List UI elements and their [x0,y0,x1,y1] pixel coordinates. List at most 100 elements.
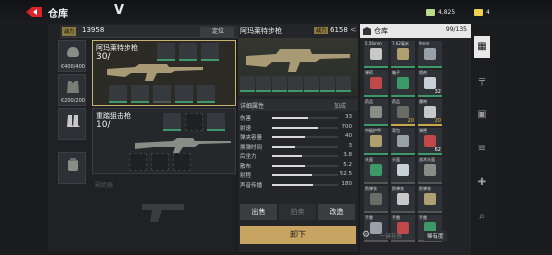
item-icon [397,164,409,176]
sniper-stock-attachment[interactable] [173,153,191,171]
inventory-item[interactable]: 头盔 [391,157,415,184]
item-name: 药品 [365,99,373,104]
backpack-slot[interactable] [58,152,86,184]
stat-bar-fill [272,117,309,119]
item-icon [424,164,436,176]
stats-bonus-tab[interactable]: 加成 [334,101,346,110]
unequip-button[interactable]: 卸下 [240,226,356,244]
cash-value: 4,825 [438,9,456,16]
item-name: 弹药 [365,70,373,75]
primary-weapon-card[interactable]: 阿玛莱特步枪 30/ [92,40,236,106]
inventory-item[interactable]: 防弹衣 [391,186,415,213]
modify-button[interactable]: 改造 [318,204,355,220]
detail-attachment-2[interactable] [256,76,271,92]
sort-dropdown[interactable]: 稀有度 [424,231,447,241]
power-value: 13958 [82,26,105,34]
stat-bar-fill [272,183,313,186]
item-name: 头盔 [392,157,400,162]
power-label: 战力 [62,27,77,36]
stat-row: 弹夹容量 40 [238,132,358,141]
locate-label: 定位 [212,28,225,35]
item-icon [424,106,436,118]
item-icon [424,135,436,147]
top-bar [0,0,552,24]
detail-weapon-name: 阿玛莱特步枪 [240,27,282,35]
boots-slot[interactable] [58,108,86,140]
inventory-item[interactable]: 药品 20 [391,99,415,126]
inventory-item[interactable]: 头盔 [364,157,388,184]
detail-attachment-6[interactable] [320,76,335,92]
item-icon [370,106,382,118]
inventory-item[interactable]: 箱子 [391,70,415,97]
stat-value: 52.5 [339,171,352,177]
detail-header: 阿玛莱特步枪 战力 6158 < [238,24,358,38]
tab-armor-icon[interactable]: ▣ [474,104,490,126]
inventory-item[interactable]: 弹匣 62 [418,128,442,155]
stat-bar [272,145,338,148]
armor-durability: €200/200 [61,98,85,104]
item-icon [397,48,409,60]
sniper-grip-attachment[interactable] [151,153,169,171]
detail-attachment-7[interactable] [336,76,351,92]
backpack-icon [68,158,78,171]
detail-attachment-1[interactable] [240,76,255,92]
magazine-attachment[interactable] [201,43,219,61]
tab-search-icon[interactable]: ⌕ [474,206,490,228]
detail-rifle-icon [246,49,350,72]
store-all-button[interactable]: 一键存放 [380,232,402,240]
item-name: 5.56mm [365,41,382,46]
secondary-weapon-card[interactable]: 重踏狙击枪 10/ [92,108,236,174]
stat-bar-fill [272,136,305,138]
inventory-item[interactable]: 9mm [418,41,442,68]
stat-row: 伤害 33 [238,113,358,122]
inventory-item[interactable]: 背包 [391,128,415,155]
back-icon[interactable] [24,6,44,18]
sniper-scope-attachment[interactable] [163,113,181,131]
stat-name: 散布 [240,163,252,170]
armor-slot[interactable]: €200/200 [58,74,86,106]
settings-icon[interactable]: ⚙ [362,230,374,242]
inventory-item[interactable]: 弹药 [364,70,388,97]
item-name: 药品 [392,99,400,104]
helmet-slot[interactable]: €400/400 [58,40,86,72]
barrel-attachment[interactable] [179,43,197,61]
inventory-item[interactable]: 防弹衣 [418,186,442,213]
stat-bar [272,164,338,167]
detail-attachment-5[interactable] [304,76,319,92]
pistol-icon[interactable] [140,200,190,224]
stock-attachment[interactable] [175,85,193,103]
ammo-attachment[interactable] [109,85,127,103]
sell-button[interactable]: 出售 [240,204,277,220]
tab-weapons-icon[interactable]: ╤ [474,70,490,92]
inventory-item[interactable]: 防弹衣 [364,186,388,213]
share-icon[interactable]: < [350,25,357,34]
sniper-ammo-attachment[interactable] [129,153,147,171]
inventory-item[interactable]: 7.62毫米 [391,41,415,68]
locate-button[interactable]: 定位 [200,27,234,37]
stat-name: 声音传播 [240,182,263,189]
vest-icon [67,81,79,93]
stat-value: 700 [341,123,353,130]
detail-attachment-3[interactable] [272,76,287,92]
sniper-magazine-attachment[interactable] [207,113,225,131]
item-name: 手雷 [365,215,373,220]
inventory-item[interactable]: 战术头盔 [418,157,442,184]
auction-button[interactable]: 拍卖 [279,204,316,220]
muzzle-attachment[interactable] [131,85,149,103]
tab-medical-icon[interactable]: ✚ [474,172,490,194]
stat-bar [272,126,338,129]
inventory-item[interactable]: 中级护甲 [364,128,388,155]
tab-all[interactable]: ▦ [474,36,490,58]
inventory-item[interactable]: 喷剂 32 [418,70,442,97]
grip-attachment[interactable] [153,85,171,103]
inventory-item[interactable]: 药品 [364,99,388,126]
inventory-item[interactable]: 绷带 20 [418,99,442,126]
inventory-item[interactable]: 5.56mm [364,41,388,68]
tab-ammo-icon[interactable]: ≡ [474,138,490,160]
detail-attachment-4[interactable] [288,76,303,92]
sniper-muzzle-attachment[interactable] [185,113,203,131]
scope-attachment[interactable] [157,43,175,61]
laser-attachment[interactable] [197,85,215,103]
gold-value: 4 [486,9,490,16]
item-name: 头盔 [365,157,373,162]
